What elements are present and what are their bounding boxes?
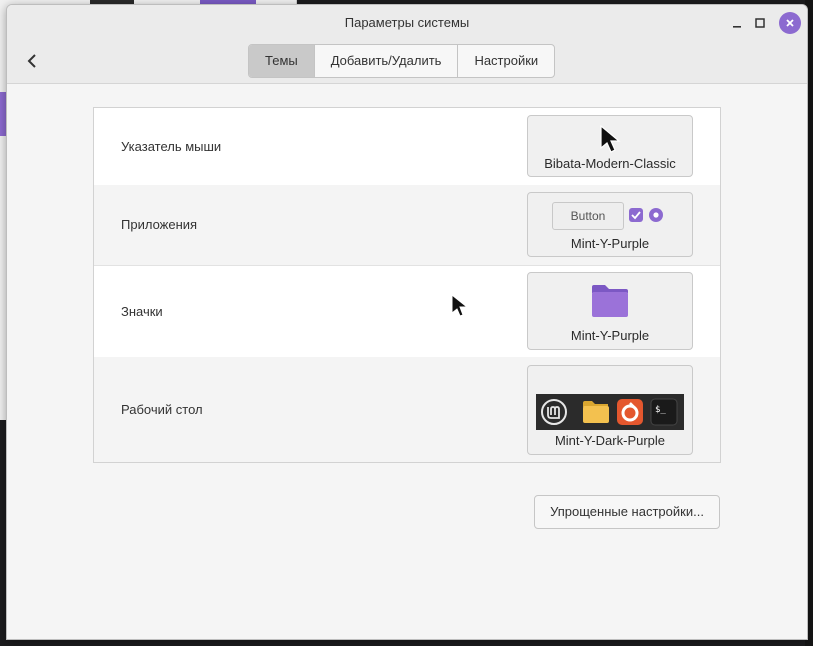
check-icon: [631, 211, 641, 220]
mouse-pointer: [451, 293, 469, 317]
preview-button: Button: [552, 202, 624, 230]
radio-dot-icon: [653, 212, 659, 218]
system-settings-window: Параметры системы Темы Добавить/Удалить …: [6, 4, 808, 640]
mint-logo-icon: [541, 399, 567, 425]
preview-checkbox: [629, 208, 643, 222]
desktop-theme-name: Mint-Y-Dark-Purple: [554, 433, 666, 448]
preview-radio: [649, 208, 663, 222]
back-arrow-icon: [27, 54, 36, 68]
list-item-icons: Значки Mint-Y-Purple: [94, 265, 720, 358]
back-button[interactable]: [21, 49, 43, 73]
row-label-mouse-pointer: Указатель мыши: [121, 139, 222, 154]
tab-add-remove[interactable]: Добавить/Удалить: [315, 45, 459, 77]
mouse-cursor-icon: [600, 124, 621, 153]
tab-themes[interactable]: Темы: [249, 45, 315, 77]
firefox-icon: [617, 399, 643, 425]
icons-theme-button[interactable]: Mint-Y-Purple: [527, 272, 693, 350]
desktop-preview-panel: $_: [536, 394, 684, 430]
svg-text:$_: $_: [655, 405, 666, 415]
folder-icon: [592, 285, 628, 317]
window-title: Параметры системы: [344, 15, 470, 30]
icons-theme-name: Mint-Y-Purple: [570, 328, 650, 343]
maximize-icon: [755, 18, 765, 28]
cursor-theme-button[interactable]: Bibata-Modern-Classic: [527, 115, 693, 177]
list-item-applications: Приложения Button Mint-Y-Purple: [94, 185, 720, 266]
tab-settings[interactable]: Настройки: [458, 45, 554, 77]
files-icon: [583, 401, 609, 423]
close-button[interactable]: [779, 12, 801, 34]
close-icon: [786, 19, 794, 27]
desktop-theme-button[interactable]: $_ Mint-Y-Dark-Purple: [527, 365, 693, 455]
row-label-desktop: Рабочий стол: [121, 402, 203, 417]
cursor-theme-name: Bibata-Modern-Classic: [544, 156, 676, 171]
row-label-icons: Значки: [121, 304, 163, 319]
minimize-button[interactable]: [727, 13, 747, 33]
themes-list: Указатель мыши Bibata-Modern-Classic При…: [93, 107, 721, 463]
list-item-desktop: Рабочий стол $_ Mint-Y-Dark-Purple: [94, 357, 720, 462]
list-item-mouse-pointer: Указатель мыши Bibata-Modern-Classic: [94, 108, 720, 186]
applications-theme-name: Mint-Y-Purple: [570, 236, 650, 251]
titlebar: Параметры системы Темы Добавить/Удалить …: [7, 5, 807, 84]
minimize-icon: [733, 26, 741, 28]
tab-bar: Темы Добавить/Удалить Настройки: [248, 44, 556, 78]
terminal-icon: $_: [650, 398, 678, 426]
simple-settings-button[interactable]: Упрощенные настройки...: [534, 495, 720, 529]
applications-theme-button[interactable]: Button Mint-Y-Purple: [527, 192, 693, 257]
row-label-applications: Приложения: [121, 217, 198, 232]
maximize-button[interactable]: [750, 13, 770, 33]
